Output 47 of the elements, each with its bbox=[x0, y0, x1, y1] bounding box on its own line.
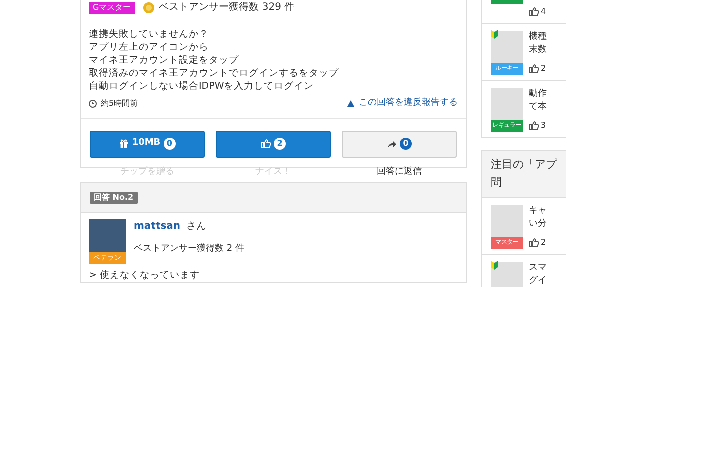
answer-text: マイネ王アカウント設定をタップ bbox=[89, 54, 240, 67]
like-count: 4 bbox=[541, 6, 546, 18]
report-link[interactable]: この回答を違反報告する bbox=[359, 97, 458, 110]
thumbs-up-icon bbox=[529, 121, 539, 131]
avatar-placeholder bbox=[491, 205, 523, 237]
rank-badge: Gマスター bbox=[89, 2, 136, 14]
action-caption: 回答に返信 bbox=[377, 166, 422, 178]
best-answer-count: ベストアンサー獲得数 329 件 bbox=[159, 1, 295, 15]
answer-text: > 使えなくなっています bbox=[88, 269, 201, 282]
question-title: い分 bbox=[529, 218, 547, 231]
thumbs-up-icon bbox=[529, 238, 539, 248]
question-title: 末数 bbox=[529, 44, 547, 57]
best-answer-count: ベストアンサー獲得数 2 件 bbox=[134, 243, 244, 256]
answer-number-label: 回答 No.2 bbox=[90, 192, 138, 204]
question-title: キャ bbox=[529, 205, 547, 218]
like-count: 3 bbox=[541, 120, 546, 132]
question-title: グイ bbox=[529, 275, 547, 287]
medal-icon bbox=[143, 2, 156, 14]
section-title: 問 bbox=[491, 175, 503, 191]
user-name[interactable]: mattsan bbox=[134, 221, 181, 232]
share-arrow-icon bbox=[387, 140, 397, 148]
question-title: て本 bbox=[529, 101, 547, 114]
section-title: 注目の「アプ bbox=[491, 157, 557, 173]
honorific: さん bbox=[186, 221, 207, 232]
avatar-placeholder bbox=[491, 262, 523, 287]
like-count: 2 bbox=[541, 237, 546, 249]
thumbs-up-icon bbox=[529, 64, 539, 74]
gift-icon bbox=[119, 139, 130, 149]
thumbs-up-icon bbox=[529, 7, 539, 17]
nice-button[interactable]: 2 bbox=[216, 130, 331, 158]
avatar-placeholder bbox=[491, 31, 523, 63]
clock-icon bbox=[89, 100, 97, 108]
avatar-placeholder bbox=[491, 88, 523, 120]
warning-icon bbox=[347, 100, 355, 108]
answer-text: 取得済みのマイネ王アカウントでログインするをタップ bbox=[89, 67, 340, 80]
answer-text: アプリ左上のアイコンから bbox=[89, 41, 210, 54]
post-time: 約5時間前 bbox=[101, 98, 138, 110]
question-title: 機種 bbox=[529, 31, 547, 44]
question-title: スマ bbox=[529, 262, 547, 275]
reply-button[interactable]: 0 bbox=[342, 130, 457, 158]
avatar-placeholder bbox=[89, 219, 126, 252]
answer-text: 自動ログインしない場合IDPWを入力してログイン bbox=[89, 80, 316, 93]
tip-button[interactable]: 10MB 0 bbox=[90, 130, 205, 158]
question-title: 動作 bbox=[529, 88, 547, 101]
like-count: 2 bbox=[541, 63, 546, 75]
thumbs-up-icon bbox=[261, 139, 271, 149]
answer-text: 連携失敗していませんか？ bbox=[89, 28, 210, 41]
